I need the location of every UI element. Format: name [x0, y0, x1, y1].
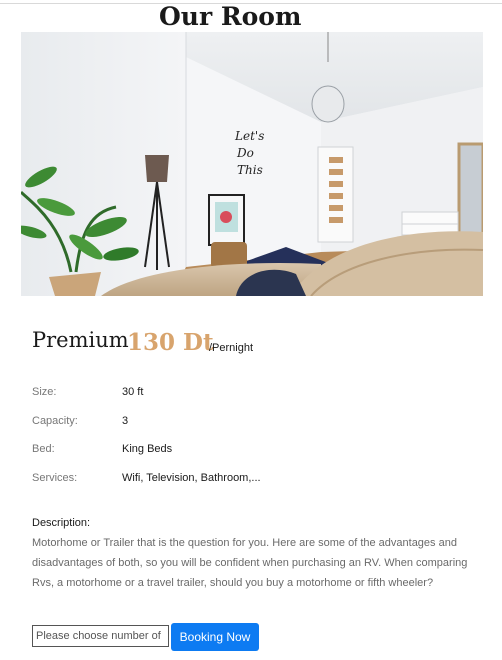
guest-number-input[interactable] [32, 625, 169, 647]
svg-text:This: This [237, 163, 263, 177]
price-unit: /Pernight [209, 342, 254, 354]
size-label: Size: [32, 386, 57, 398]
room-name: Premium [32, 328, 129, 352]
capacity-value: 3 [122, 415, 129, 427]
description-label: Description: [32, 517, 91, 529]
bed-value: King Beds [122, 443, 173, 455]
capacity-label: Capacity: [32, 415, 78, 427]
booking-now-button[interactable]: Booking Now [171, 623, 259, 651]
detail-row-services: Services: Wifi, Television, Bathroom,... [32, 470, 472, 486]
detail-row-capacity: Capacity: 3 [32, 413, 472, 429]
bed-label: Bed: [32, 443, 55, 455]
detail-row-bed: Bed: King Beds [32, 441, 472, 457]
services-label: Services: [32, 472, 78, 484]
svg-text:Let's: Let's [234, 129, 264, 143]
svg-text:Do: Do [236, 146, 254, 160]
room-photo: Let's Do This [21, 32, 483, 296]
description-text: Motorhome or Trailer that is the questio… [32, 537, 468, 589]
size-value: 30 ft [122, 386, 144, 398]
detail-row-size: Size: 30 ft [32, 384, 472, 400]
room-price: 130 Dt [127, 329, 214, 356]
services-value: Wifi, Television, Bathroom,... [122, 472, 261, 484]
page-title: Our Room [159, 2, 302, 31]
